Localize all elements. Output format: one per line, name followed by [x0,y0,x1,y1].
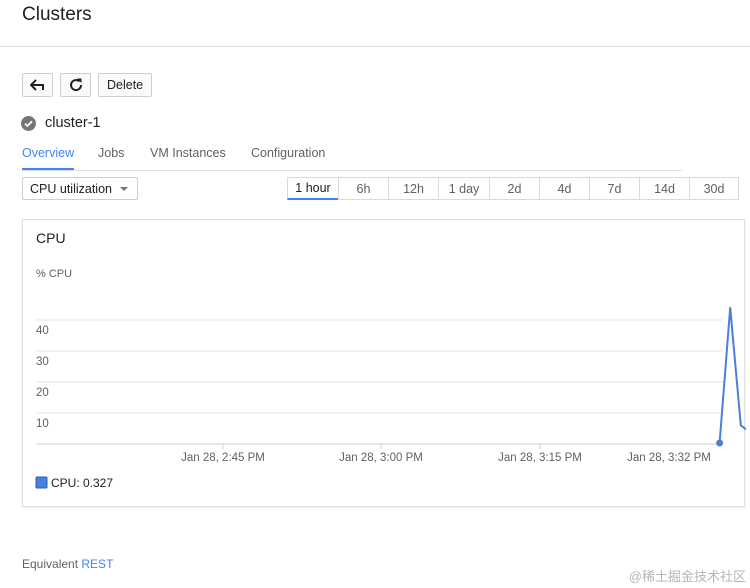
cpu-data-point [729,306,731,309]
check-circle-icon [21,115,36,131]
tab-overview[interactable]: Overview [22,146,74,160]
metric-select-value: CPU utilization [30,181,112,196]
chart-title: CPU [36,230,66,246]
equivalent-rest: Equivalent REST [22,557,113,571]
page-title: Clusters [22,4,92,25]
range-button-4d[interactable]: 4d [539,177,590,200]
back-arrow-icon [29,79,44,91]
back-button[interactable] [22,73,53,97]
cpu-data-point [739,424,742,427]
y-tick-label: 40 [36,325,49,337]
legend-swatch [35,476,48,489]
tab-configuration[interactable]: Configuration [251,146,325,160]
range-button-6h[interactable]: 6h [338,177,389,200]
rest-link[interactable]: REST [81,557,113,571]
cpu-series-line [718,307,746,444]
x-tick-label: Jan 28, 3:32 PM [627,452,711,464]
y-tick-label: 10 [36,418,49,430]
cpu-data-point-highlight [716,439,724,447]
y-tick-label: 30 [36,356,49,368]
tab-vm-instances[interactable]: VM Instances [150,146,226,160]
tab-bar: Overview Jobs VM Instances Configuration [22,144,682,171]
x-tick-label: Jan 28, 2:45 PM [181,452,265,464]
range-button-1-hour[interactable]: 1 hour [287,177,339,200]
equivalent-label: Equivalent [22,557,79,571]
time-range-selector: 1 hour 6h 12h 1 day 2d 4d 7d 14d 30d [287,177,739,200]
refresh-icon [69,78,82,92]
chart-y-axis-label: % CPU [36,268,72,280]
title-divider [0,46,750,47]
cpu-chart-card: CPU % CPU 10 20 30 40 Jan 28, 2:45 PM Jan 28, 3… [22,219,746,507]
range-button-2d[interactable]: 2d [489,177,540,200]
watermark: @稀土掘金技术社区 [628,569,746,584]
delete-button[interactable]: Delete [98,73,153,97]
range-button-12h[interactable]: 12h [388,177,439,200]
cluster-header: cluster-1 [21,115,101,131]
range-button-14d[interactable]: 14d [639,177,690,200]
tab-jobs[interactable]: Jobs [98,146,124,160]
cpu-chart: CPU % CPU 10 20 30 40 Jan 28, 2:45 PM Jan 28, 3… [35,230,746,490]
active-tab-indicator [22,168,74,170]
range-button-30d[interactable]: 30d [689,177,739,200]
refresh-button[interactable] [60,73,91,97]
legend-label: CPU: 0.327 [51,476,113,490]
x-tick-label: Jan 28, 3:15 PM [498,452,582,464]
chevron-down-icon [120,187,128,191]
metric-select[interactable]: CPU utilization [22,177,138,200]
cluster-name: cluster-1 [45,115,101,131]
y-tick-label: 20 [36,387,49,399]
toolbar: Delete [22,73,153,97]
range-button-7d[interactable]: 7d [589,177,640,200]
x-tick-label: Jan 28, 3:00 PM [339,452,423,464]
range-button-1-day[interactable]: 1 day [438,177,490,200]
